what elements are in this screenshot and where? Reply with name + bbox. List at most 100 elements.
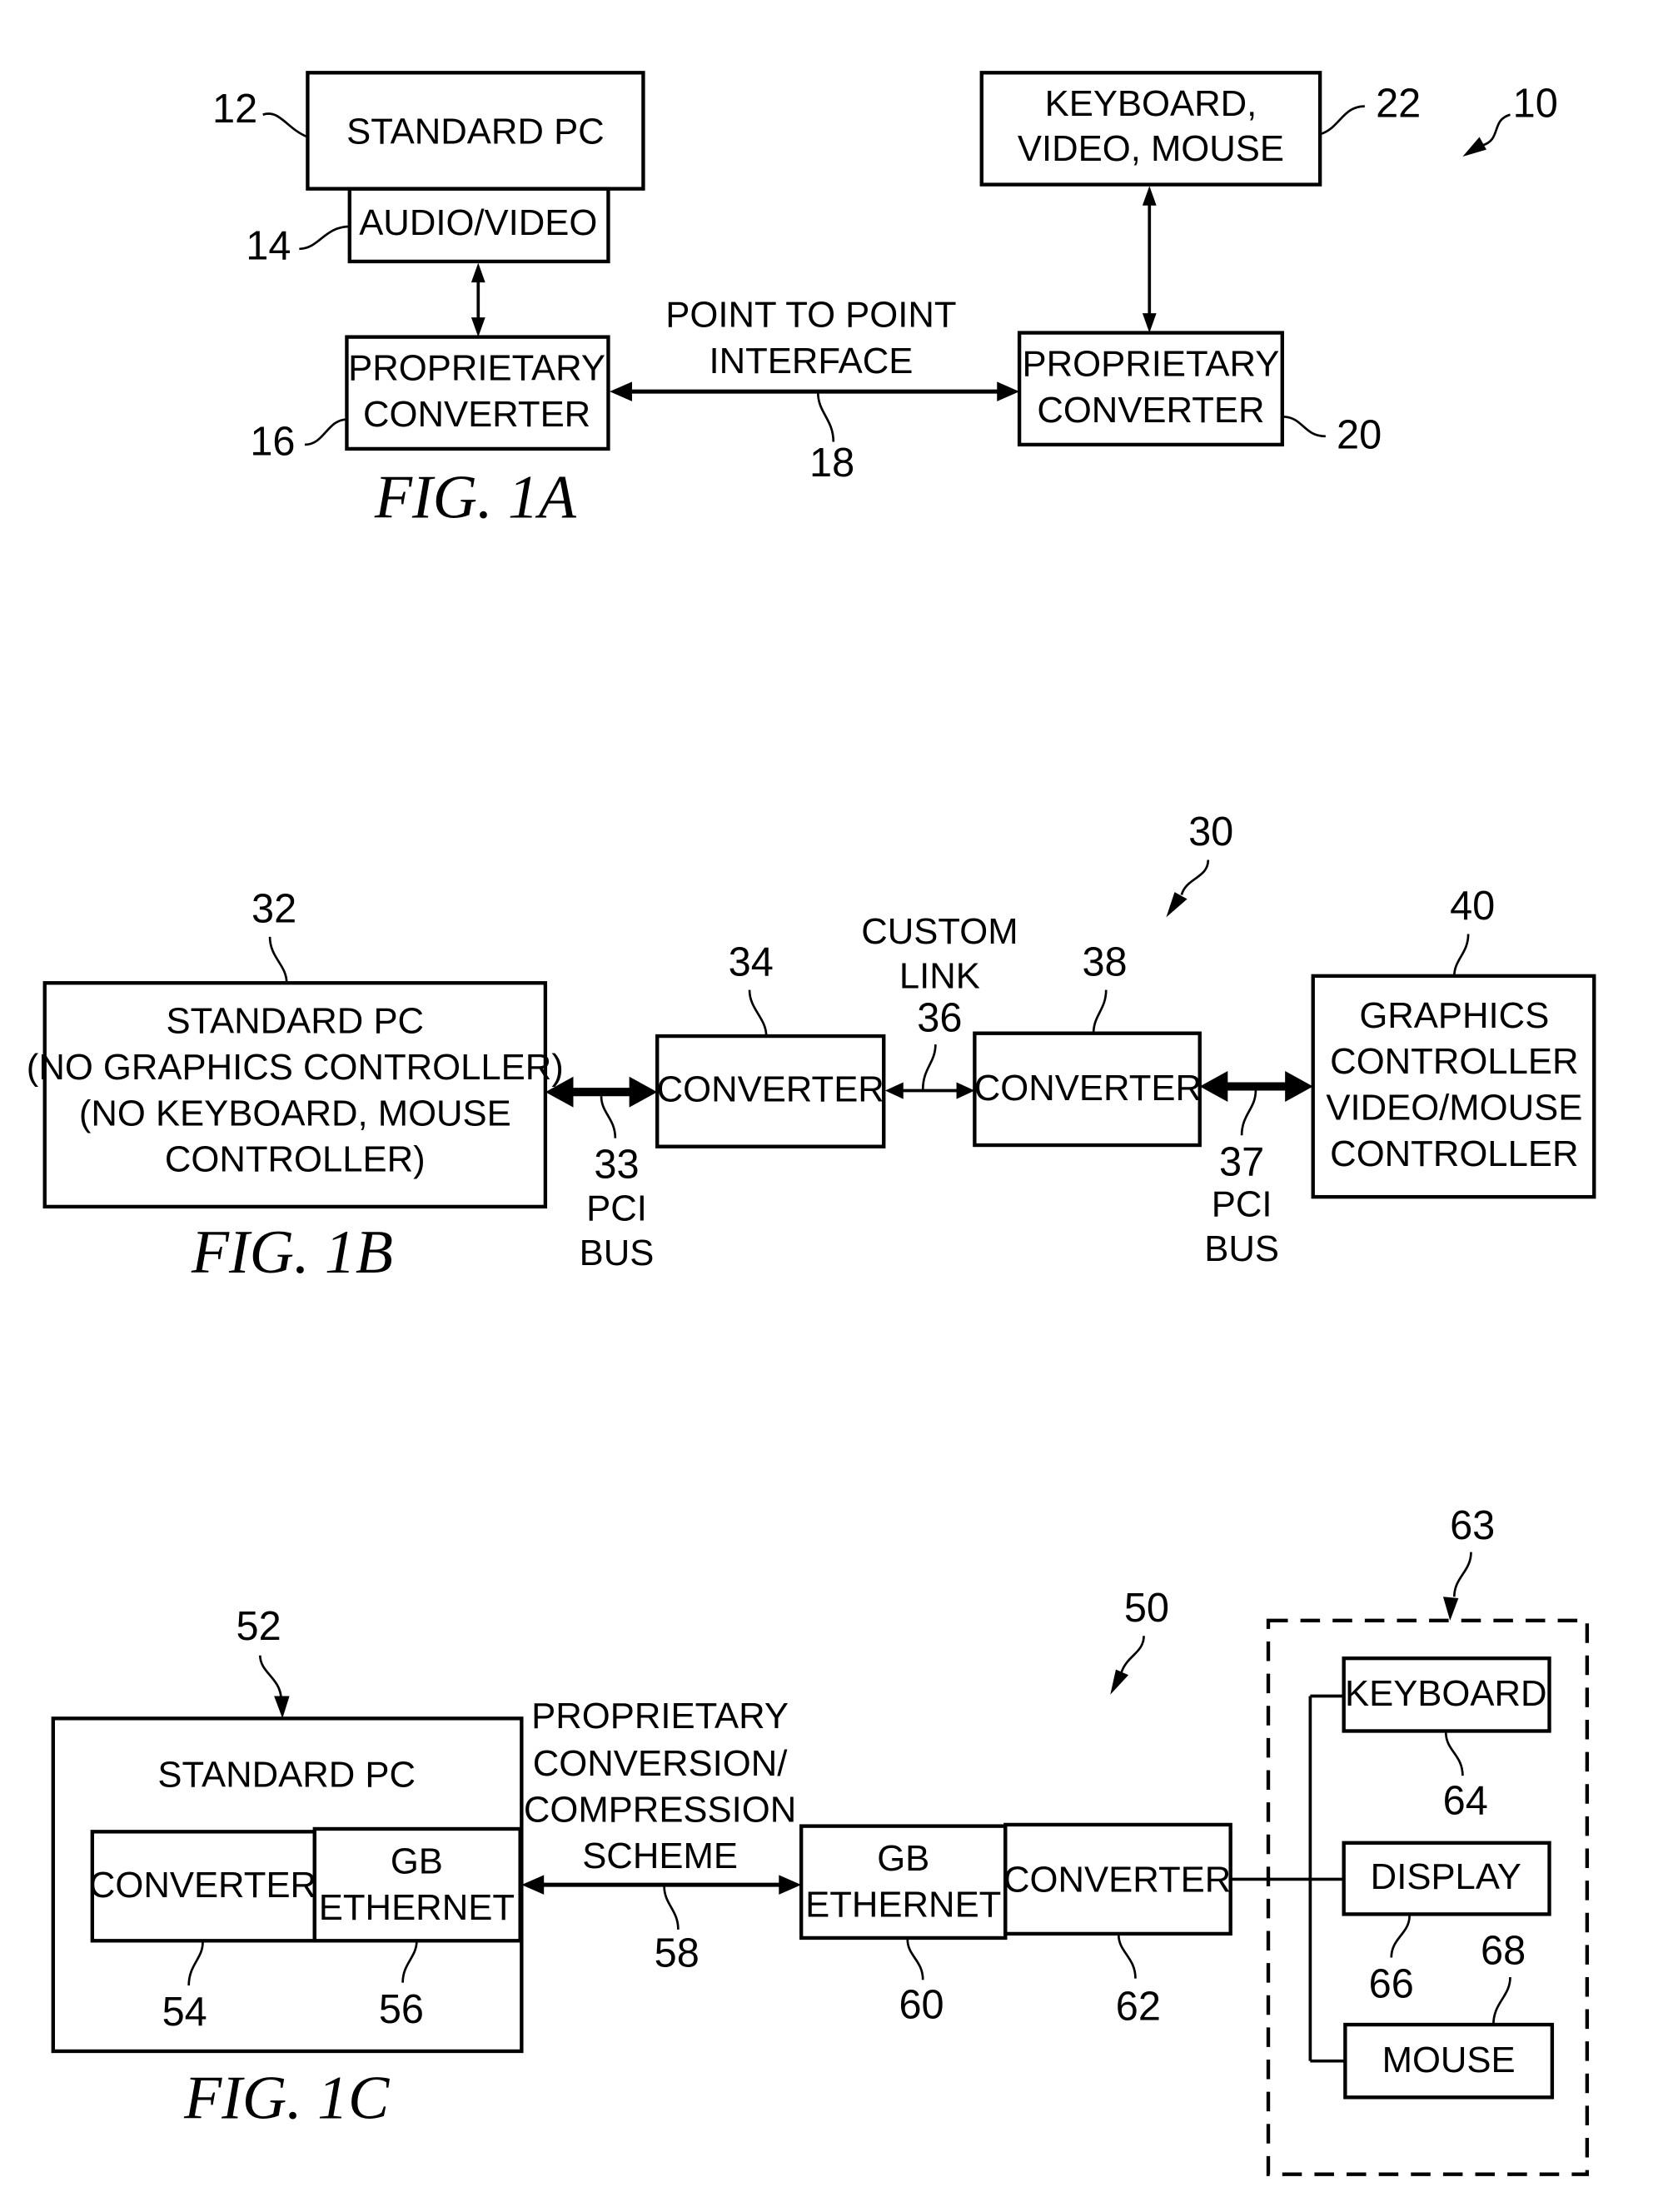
remote-ethernet-line1: GB: [877, 1838, 929, 1879]
leader-10: [1481, 113, 1511, 147]
keyboard-label: KEYBOARD: [1345, 1673, 1547, 1714]
ref-34: 34: [729, 939, 774, 984]
leader-62: [1117, 1935, 1137, 1979]
arrowhead-63-icon: [1442, 1597, 1459, 1621]
converter-38-block: CONVERTER: [973, 1031, 1202, 1148]
pc-line4: CONTROLLER): [165, 1139, 426, 1180]
converter-right-line2: CONVERTER: [1037, 390, 1264, 431]
leader-64: [1444, 1732, 1464, 1776]
ref-68: 68: [1481, 1928, 1526, 1973]
leader-50: [1120, 1636, 1145, 1673]
keyboard-video-mouse-block: KEYBOARD, VIDEO, MOUSE: [979, 71, 1322, 187]
ref-36: 36: [917, 995, 962, 1040]
figure-1b: STANDARD PC (NO GRAPHICS CONTROLLER) (NO…: [27, 810, 1596, 1286]
leader-68: [1492, 1976, 1511, 2025]
ref-38: 38: [1082, 939, 1127, 984]
ref-40: 40: [1450, 884, 1495, 929]
leader-34: [748, 989, 768, 1037]
leader-18: [816, 392, 835, 442]
arrowhead-50-icon: [1110, 1669, 1129, 1695]
ref-52: 52: [237, 1604, 281, 1649]
display-block: DISPLAY: [1342, 1841, 1551, 1916]
graphics-controller-block: GRAPHICS CONTROLLER VIDEO/MOUSE CONTROLL…: [1311, 974, 1596, 1199]
pci-bus-left-line1: PCI: [586, 1188, 647, 1228]
ref-33: 33: [594, 1143, 639, 1188]
converter-right-line1: PROPRIETARY: [1023, 343, 1280, 384]
converter-38-label: CONVERTER: [974, 1068, 1202, 1108]
patent-drawing-sheet: STANDARD PC 12 AUDIO/VIDEO 14 PROPRIETAR…: [27, 71, 1596, 2176]
leader-58: [663, 1886, 680, 1930]
ref-30: 30: [1188, 810, 1233, 854]
ref-10: 10: [1513, 81, 1558, 126]
kvm-line1: KEYBOARD,: [1045, 83, 1257, 124]
converter-34-block: CONVERTER: [655, 1034, 886, 1148]
pc-converter-block: CONVERTER: [89, 1830, 316, 1943]
proprietary-converter-right-block: PROPRIETARY CONVERTER: [1017, 331, 1284, 447]
figure-1c: STANDARD PC 52 CONVERTER 54 GB ETHERNET …: [51, 1503, 1590, 2176]
link-1c-line3: COMPRESSION: [524, 1789, 796, 1830]
ref-54: 54: [162, 1990, 207, 2035]
proprietary-converter-left-block: PROPRIETARY CONVERTER: [345, 335, 610, 451]
remote-ethernet-line2: ETHERNET: [805, 1885, 1001, 1926]
pc-ethernet-line1: GB: [391, 1841, 443, 1881]
converter-left-line1: PROPRIETARY: [348, 347, 605, 388]
pc-line1: STANDARD PC: [167, 1000, 425, 1041]
ref-37: 37: [1219, 1139, 1264, 1184]
keyboard-block: KEYBOARD: [1342, 1656, 1551, 1733]
pc-ethernet-line2: ETHERNET: [319, 1887, 515, 1928]
figure-1a-caption: FIG. 1A: [374, 462, 577, 531]
kvm-converter-link-arrow: [1142, 186, 1157, 333]
leader-40: [1452, 934, 1470, 976]
ref-20: 20: [1337, 412, 1382, 457]
leader-22: [1319, 105, 1365, 136]
leader-66: [1390, 1915, 1411, 1958]
link-label-line1: POINT TO POINT: [665, 295, 956, 336]
point-to-point-arrow: [610, 381, 1020, 401]
graphics-line3: VIDEO/MOUSE: [1326, 1088, 1582, 1128]
remote-converter-block: CONVERTER: [1003, 1822, 1232, 1936]
pc-line3: (NO KEYBOARD, MOUSE: [79, 1093, 511, 1133]
leader-33: [600, 1096, 617, 1138]
link-1c-line1: PROPRIETARY: [531, 1696, 789, 1736]
display-label: DISPLAY: [1371, 1856, 1521, 1897]
ref-56: 56: [379, 1987, 424, 2032]
figure-1c-caption: FIG. 1C: [183, 2064, 390, 2132]
link-1c-line4: SCHEME: [582, 1836, 738, 1876]
pc-1c-label: STANDARD PC: [157, 1754, 416, 1795]
converter-left-line2: CONVERTER: [363, 394, 590, 435]
leader-12: [262, 112, 308, 138]
converter-34-label: CONVERTER: [657, 1069, 884, 1110]
ref-66: 66: [1369, 1962, 1414, 2007]
pc-gb-ethernet-block: GB ETHERNET: [312, 1826, 522, 1943]
ref-22: 22: [1376, 81, 1421, 126]
leader-63: [1452, 1552, 1472, 1597]
pc-converter-label: CONVERTER: [89, 1865, 316, 1906]
pc-line2: (NO GRAPHICS CONTROLLER): [27, 1047, 564, 1088]
custom-link-arrow: [884, 1082, 975, 1099]
audio-video-block: AUDIO/VIDEO: [347, 187, 610, 264]
remote-gb-ethernet-block: GB ETHERNET: [799, 1824, 1008, 1940]
leader-54: [187, 1941, 204, 1986]
ref-58: 58: [655, 1931, 700, 1976]
leader-60: [906, 1939, 924, 1980]
ref-32: 32: [251, 886, 296, 931]
leader-37: [1240, 1090, 1257, 1136]
arrowhead-10-icon: [1462, 137, 1486, 157]
mouse-label: MOUSE: [1382, 2040, 1516, 2080]
ref-14: 14: [246, 224, 291, 269]
ref-18: 18: [809, 441, 854, 486]
pci-bus-right-line2: BUS: [1204, 1228, 1279, 1269]
proprietary-compression-link-arrow: [521, 1875, 802, 1895]
custom-link-line1: CUSTOM: [861, 911, 1018, 952]
standard-pc-no-controllers-block: STANDARD PC (NO GRAPHICS CONTROLLER) (NO…: [27, 981, 564, 1209]
ref-16: 16: [250, 420, 295, 465]
ref-64: 64: [1443, 1779, 1488, 1824]
pci-bus-right-arrow: [1199, 1071, 1313, 1102]
leader-32: [268, 936, 288, 984]
link-label-line2: INTERFACE: [709, 341, 913, 381]
av-converter-link-arrow: [471, 262, 485, 337]
pci-bus-right-line1: PCI: [1212, 1183, 1272, 1224]
graphics-line1: GRAPHICS: [1359, 995, 1549, 1036]
leader-20: [1282, 415, 1326, 438]
arrowhead-52-icon: [274, 1696, 290, 1719]
